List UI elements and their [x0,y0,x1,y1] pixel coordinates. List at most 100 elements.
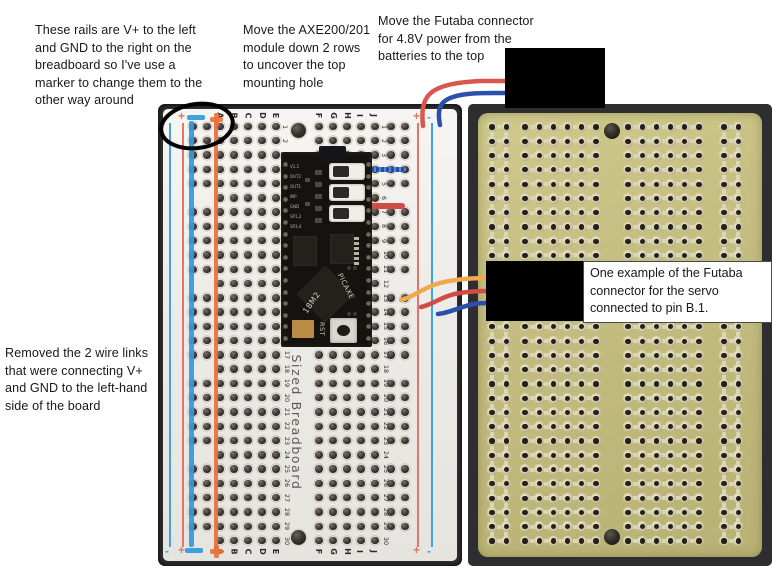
breadboard-row-number-right-18: 18 [382,365,391,374]
perfboard-pad-rail-right-top-1-1-hole [721,124,727,130]
breadboard-hole-E9 [272,237,280,245]
breadboard-rail-hole-left-1-8 [203,222,211,231]
breadboard-hole-E17 [272,351,280,359]
perfboard-pad-bus-left-28-2-hole [536,509,542,516]
breadboard-col-label-bottom-D: D [257,548,267,555]
perfboard-pad-bus-left-21-3-hole [550,409,556,416]
breadboard-hole-E21 [272,408,280,416]
breadboard-row-number-right-27: 27 [382,493,391,502]
breadboard-row-number-right-20: 20 [382,393,391,402]
breadboard-hole-C30 [244,536,252,545]
perfboard-pad-bus-right-2-4-hole [668,138,674,144]
axe-pad-right-4 [365,208,371,214]
perfboard-pad-rail-right-top-18-2-hole [735,367,741,373]
breadboard-col-label-top-J: J [368,114,378,117]
breadboard-hole-F28 [315,508,323,516]
breadboard-col-label-bottom-C: C [243,548,253,555]
breadboard-hole-B6 [230,194,238,202]
breadboard-hole-J26 [371,479,379,488]
breadboard-hole-C14 [244,308,252,316]
perfboard-pad-bus-right-30-1-hole [625,538,631,544]
perfboard-pad-bus-left-1-4-hole [565,124,571,130]
breadboard-hole-J30 [371,536,379,545]
breadboard-hole-C10 [244,251,252,259]
breadboard-hole-E27 [272,493,280,502]
perfboard-pad-rail-left-top-22-1-hole [489,424,495,430]
breadboard-hole-B10 [230,251,238,259]
perfboard-pad-rail-left-top-25-1-hole [489,467,495,473]
perfboard-pad-rail-right-top-2-1-hole [721,138,727,144]
perfboard-pad-bus-right-20-3-hole [653,395,659,401]
axe-pad-right-12 [365,301,371,307]
axe-silk-text-0: V1.2 [290,164,300,169]
breadboard-hole-J11 [371,265,379,273]
axe-smd-3 [315,206,322,211]
marker-blue-left-rail-vertical [189,121,194,547]
perfboard-pad-bus-right-8-3-hole [653,224,659,230]
breadboard-mounting-hole-bottom [291,530,306,545]
perfboard-pad-rail-right-top-7-2-hole [735,210,741,216]
perfboard-pad-bus-left-6-3-hole [550,195,556,201]
breadboard-rail-hole-right-1-1 [401,122,409,131]
breadboard-hole-F19 [315,379,323,388]
breadboard-hole-J20 [371,394,379,402]
perfboard-pad-rail-left-top-18-1-hole [489,367,495,373]
breadboard-hole-I30 [357,536,365,545]
perfboard-pad-bus-right-9-6-hole [696,238,702,244]
breadboard-hole-G24 [329,451,337,459]
breadboard-hole-B23 [230,436,238,445]
perfboard-pad-rail-right-top-30-1-hole [721,538,727,544]
perfboard-pad-bus-right-4-1-hole [625,167,631,173]
axe-pad-right-15 [365,336,371,341]
breadboard-hole-I1 [357,122,365,131]
breadboard-row-number-right-21: 21 [382,407,391,417]
breadboard-col-label-top-F: F [314,112,324,119]
perfboard-pad-bus-left-16-6-hole [593,338,599,344]
breadboard-hole-B8 [230,222,238,231]
perfboard-pad-bus-right-8-1-hole [625,224,631,230]
breadboard-rail-hole-left-1-25 [203,465,211,473]
breadboard-rail-hole-right-1-13 [401,294,409,302]
breadboard-row-number-right-3: 3 [380,153,389,158]
perfboard-pad-bus-right-1-6-hole [696,124,702,130]
breadboard-col-label-top-C: C [243,112,253,119]
breadboard-hole-J5 [371,179,379,188]
perfboard-pad-bus-left-5-1-hole [522,181,528,187]
perfboard-pad-bus-left-21-2-hole [536,409,542,416]
perfboard-pad-rail-right-top-29-1-hole [721,524,727,530]
axe-silk-text-1: OUT2 [290,174,302,179]
perfboard-pad-bus-left-8-2-hole [536,224,542,230]
axe-reset-button-plunger[interactable] [337,325,350,336]
breadboard-hole-E7 [272,208,280,216]
perfboard-pad-bus-right-30-4-hole [668,538,674,544]
breadboard-hole-I28 [357,508,365,516]
perfboard-pad-bus-left-24-1-hole [522,452,528,458]
axe-pad-left-0 [282,162,288,167]
breadboard-hole-D3 [258,151,266,159]
breadboard-hole-D14 [258,308,266,316]
breadboard-rail-hole-right-0-1 [387,122,395,131]
perfboard-pad-bus-left-2-1-hole [522,138,528,144]
breadboard-hole-J22 [371,422,379,430]
perfboard-pad-bus-right-29-6-hole [696,524,702,530]
breadboard-hole-H27 [343,493,351,502]
perfboard-pad-rail-right-top-10-1-hole [721,252,727,259]
breadboard-hole-F27 [315,493,323,502]
breadboard-row-number-right-15: 15 [382,322,391,331]
perfboard-pad-bus-left-27-2-hole [536,495,542,501]
breadboard-hole-B30 [230,536,238,545]
breadboard-hole-D26 [258,479,266,488]
breadboard-hole-F24 [315,451,323,459]
perfboard-pad-bus-left-16-4-hole [565,338,571,344]
breadboard-hole-B19 [230,379,238,388]
perfboard-pad-bus-right-20-6-hole [696,395,702,401]
perfboard-pad-rail-right-top-20-2-hole [735,395,741,401]
perfboard-pad-bus-right-25-1-hole [625,467,631,473]
breadboard-hole-C9 [244,237,252,245]
rail-sign-right-outer-top: - [427,110,431,124]
breadboard-row-number-right-14: 14 [382,308,391,317]
perfboard-pad-rail-left-top-16-1-hole [489,338,495,344]
perfboard-pad-bus-right-25-2-hole [639,467,645,473]
perfboard-pad-bus-right-5-1-hole [625,181,631,187]
breadboard-hole-D22 [258,422,266,430]
